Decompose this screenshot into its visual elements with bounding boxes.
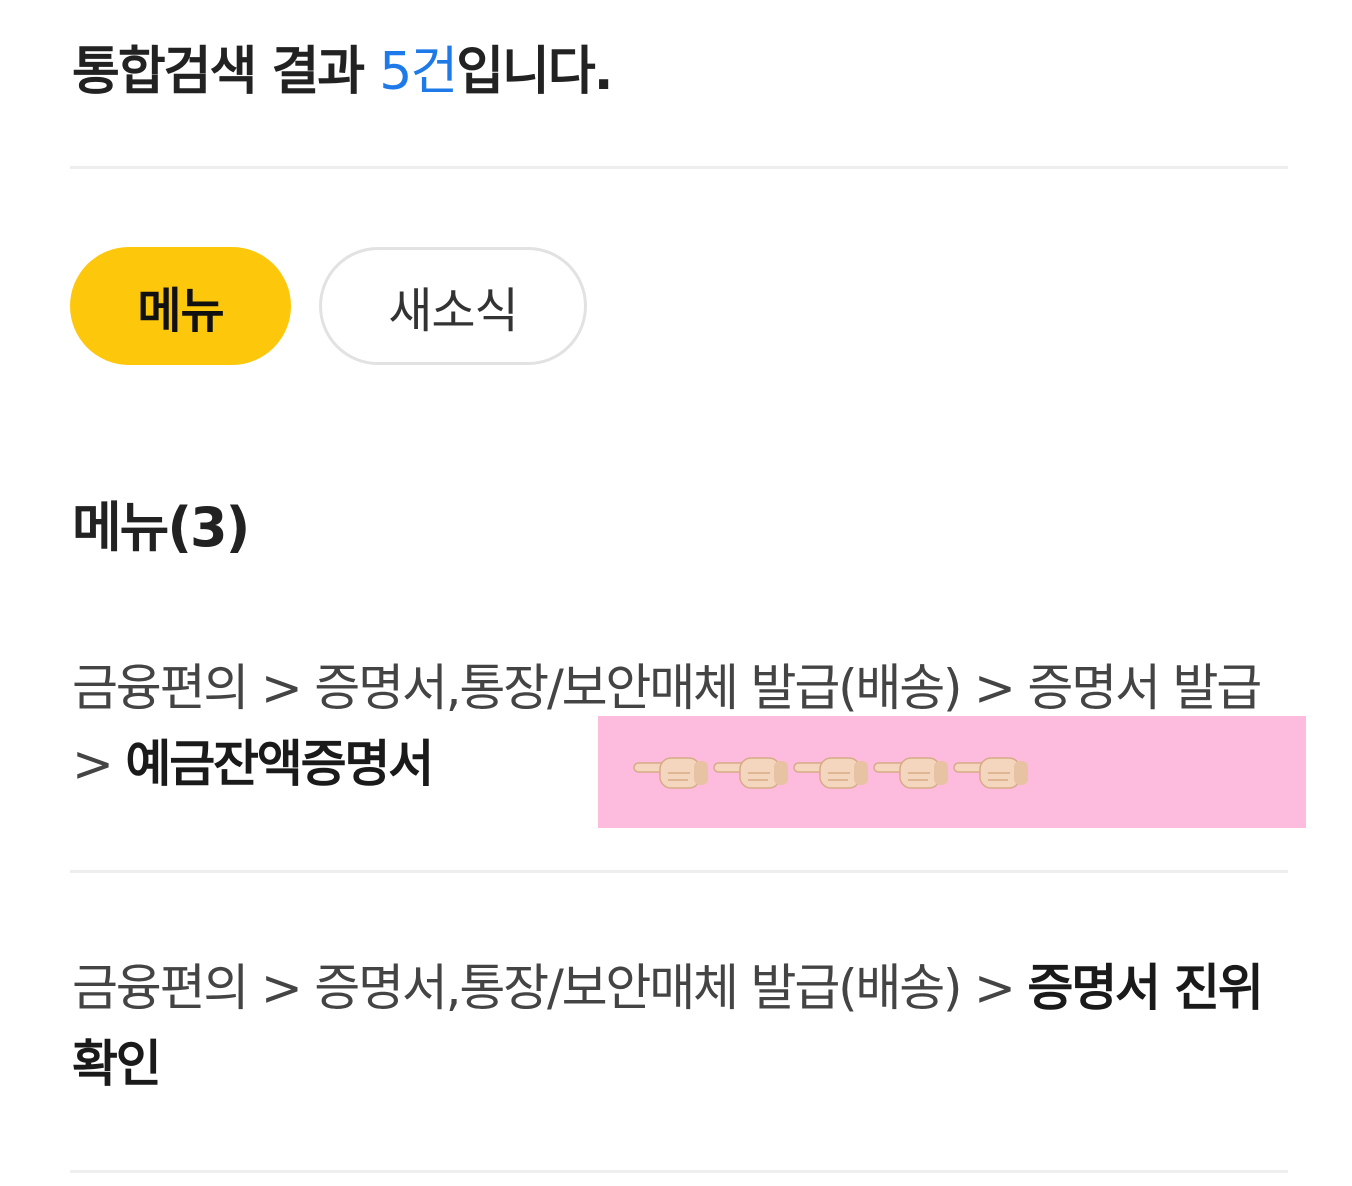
tab-news-label: 새소식 bbox=[388, 283, 518, 339]
search-result-summary: 통합검색 결과 5건입니다. bbox=[72, 36, 613, 108]
summary-suffix: 입니다. bbox=[456, 42, 613, 102]
result-leaf: 예금잔액증명서 bbox=[125, 735, 434, 793]
result-path: 금융편의 > 증명서,통장/보안매체 발급(배송) > bbox=[72, 959, 1028, 1017]
pointing-finger-icon bbox=[713, 757, 788, 789]
divider bbox=[70, 1170, 1288, 1173]
filter-tabs: 메뉴 새소식 bbox=[70, 247, 587, 365]
pointing-finger-icon bbox=[633, 757, 708, 789]
pointing-finger-icon bbox=[873, 757, 948, 789]
pointing-finger-icon bbox=[953, 757, 1028, 789]
section-title-menu: 메뉴(3) bbox=[72, 496, 250, 559]
result-count: 5건 bbox=[379, 42, 458, 102]
tab-news[interactable]: 새소식 bbox=[319, 247, 587, 365]
tab-menu[interactable]: 메뉴 bbox=[70, 247, 291, 365]
summary-prefix: 통합검색 결과 bbox=[72, 42, 380, 102]
tab-menu-label: 메뉴 bbox=[137, 283, 224, 339]
divider bbox=[70, 166, 1288, 169]
annotation-highlight bbox=[598, 716, 1306, 828]
pointing-finger-icon bbox=[793, 757, 868, 789]
result-item-certificate-verification[interactable]: 금융편의 > 증명서,통장/보안매체 발급(배송) > 증명서 진위 확인 bbox=[72, 950, 1282, 1102]
divider bbox=[70, 870, 1288, 873]
